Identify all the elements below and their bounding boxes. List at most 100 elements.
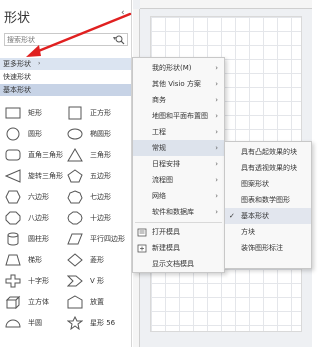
cylinder-icon	[7, 232, 19, 246]
octagon-icon	[5, 211, 21, 225]
menu-item-show-doc-stencil[interactable]: 显示文档模具	[133, 256, 224, 272]
decagon-icon	[67, 211, 83, 225]
menu-item-new-stencil[interactable]: 新建模具	[133, 240, 224, 256]
chevron-right-icon: ›	[215, 160, 218, 168]
menu-item-label: 日程安排	[152, 160, 180, 168]
shape-rotated-triangle[interactable]: 旋转三角形	[2, 167, 64, 187]
shape-square[interactable]: 正方形	[64, 104, 126, 124]
menu-item-my-shapes[interactable]: 我的形状(M) ›	[133, 60, 224, 76]
menu-item-schedule[interactable]: 日程安排 ›	[133, 156, 224, 172]
menu-item-other-visio[interactable]: 其他 Visio 方案 ›	[133, 76, 224, 92]
submenu-item-charts-math[interactable]: 图表和数学图形	[225, 192, 311, 208]
chevron-right-icon: ›	[215, 96, 218, 104]
shape-rectangle[interactable]: 矩形	[2, 104, 64, 124]
shape-label: 椭圆形	[90, 130, 111, 138]
menu-item-label: 显示文档模具	[152, 260, 194, 268]
chevron-right-icon: ›	[215, 64, 218, 72]
menu-item-general[interactable]: 常规 ›	[133, 140, 224, 156]
shape-label: 菱形	[90, 256, 104, 264]
shape-pentagon[interactable]: 五边形	[64, 167, 126, 187]
menu-item-label: 装饰图形标注	[241, 244, 283, 252]
basic-shapes-label: 基本形状	[3, 86, 31, 94]
menu-item-label: 打开模具	[152, 228, 180, 236]
open-stencil-icon	[137, 228, 147, 237]
more-shapes-item[interactable]: 更多形状 ›	[0, 58, 131, 70]
menu-item-business[interactable]: 商务 ›	[133, 92, 224, 108]
quick-shapes-item[interactable]: 快速形状	[0, 71, 131, 83]
general-submenu: 具有凸起效果的块 具有透视效果的块 图案形状 图表和数学图形 ✓ 基本形状 方块…	[224, 141, 312, 269]
shape-cube[interactable]: 立方体	[2, 293, 64, 313]
menu-item-label: 基本形状	[241, 212, 269, 220]
shape-cross[interactable]: 十字形	[2, 272, 64, 292]
submenu-item-pattern-shapes[interactable]: 图案形状	[225, 176, 311, 192]
menu-item-maps[interactable]: 地图和平面布置图 ›	[133, 108, 224, 124]
submenu-item-basic-shapes[interactable]: ✓ 基本形状	[225, 208, 311, 224]
chevron-right-icon: ›	[215, 208, 218, 216]
horizontal-ruler	[140, 0, 312, 9]
shape-label: 旋转三角形	[28, 172, 63, 180]
shape-right-triangle[interactable]: 直角三角形	[2, 146, 64, 166]
menu-item-label: 地图和平面布置图	[152, 112, 208, 120]
trapezoid-icon	[5, 254, 21, 266]
shape-parallelogram[interactable]: 平行四边形	[64, 230, 126, 250]
menu-item-label: 图表和数学图形	[241, 196, 290, 204]
shape-heptagon[interactable]: 七边形	[64, 188, 126, 208]
shape-label: 八边形	[28, 214, 49, 222]
search-input[interactable]	[7, 34, 107, 45]
menu-item-engineering[interactable]: 工程 ›	[133, 124, 224, 140]
menu-item-label: 商务	[152, 96, 166, 104]
hexagon-icon	[5, 190, 21, 204]
menu-item-label: 新建模具	[152, 244, 180, 252]
half-circle-icon	[5, 319, 21, 328]
submenu-item-decorative-callouts[interactable]: 装饰图形标注	[225, 240, 311, 256]
search-icon[interactable]	[115, 35, 125, 45]
shape-decagon[interactable]: 十边形	[64, 209, 126, 229]
circle-icon	[6, 127, 20, 141]
shape-hexagon[interactable]: 六边形	[2, 188, 64, 208]
place-icon	[67, 295, 83, 309]
shape-trapezoid[interactable]: 梯形	[2, 251, 64, 271]
menu-item-network[interactable]: 网络 ›	[133, 188, 224, 204]
menu-item-software-db[interactable]: 软件和数据库 ›	[133, 204, 224, 220]
menu-item-open-stencil[interactable]: 打开模具	[133, 224, 224, 240]
shape-triangle[interactable]: 三角形	[64, 146, 126, 166]
chevron-right-icon: ›	[215, 128, 218, 136]
shape-label: 圆柱形	[28, 235, 49, 243]
ellipse-icon	[67, 128, 83, 140]
shape-label: 正方形	[90, 109, 111, 117]
chevron-right-icon: ›	[215, 112, 218, 120]
new-stencil-icon	[137, 244, 147, 253]
menu-item-flowchart[interactable]: 流程图 ›	[133, 172, 224, 188]
menu-separator	[135, 222, 222, 223]
shape-label: 六边形	[28, 193, 49, 201]
shape-cylinder[interactable]: 圆柱形	[2, 230, 64, 250]
chevron-right-icon: ›	[38, 60, 41, 67]
shape-place[interactable]: 放置	[64, 293, 126, 313]
square-icon	[68, 106, 82, 120]
menu-item-label: 常规	[152, 144, 166, 152]
quick-shapes-label: 快速形状	[3, 73, 31, 81]
shape-star[interactable]: 星形 56	[64, 314, 126, 334]
shape-label: 立方体	[28, 298, 49, 306]
submenu-item-perspective-blocks[interactable]: 具有透视效果的块	[225, 160, 311, 176]
collapse-pane-button[interactable]: ‹	[121, 8, 125, 18]
shape-label: 三角形	[90, 151, 111, 159]
shape-label: V 形	[90, 277, 105, 285]
shape-chevron[interactable]: V 形	[64, 272, 126, 292]
menu-item-label: 工程	[152, 128, 166, 136]
shape-diamond[interactable]: 菱形	[64, 251, 126, 271]
shape-octagon[interactable]: 八边形	[2, 209, 64, 229]
menu-item-label: 软件和数据库	[152, 208, 194, 216]
rounded-rectangle-icon	[5, 149, 21, 161]
submenu-item-raised-blocks[interactable]: 具有凸起效果的块	[225, 144, 311, 160]
shape-label: 半圆	[28, 319, 42, 327]
menu-item-label: 具有凸起效果的块	[241, 148, 297, 156]
menu-item-label: 我的形状(M)	[152, 64, 192, 72]
shape-half-circle[interactable]: 半圆	[2, 314, 64, 334]
search-box[interactable]: ▾	[4, 33, 128, 46]
shape-ellipse[interactable]: 椭圆形	[64, 125, 126, 145]
diamond-icon	[67, 253, 83, 267]
shape-circle[interactable]: 圆形	[2, 125, 64, 145]
basic-shapes-item[interactable]: 基本形状	[0, 84, 131, 96]
submenu-item-blocks[interactable]: 方块	[225, 224, 311, 240]
